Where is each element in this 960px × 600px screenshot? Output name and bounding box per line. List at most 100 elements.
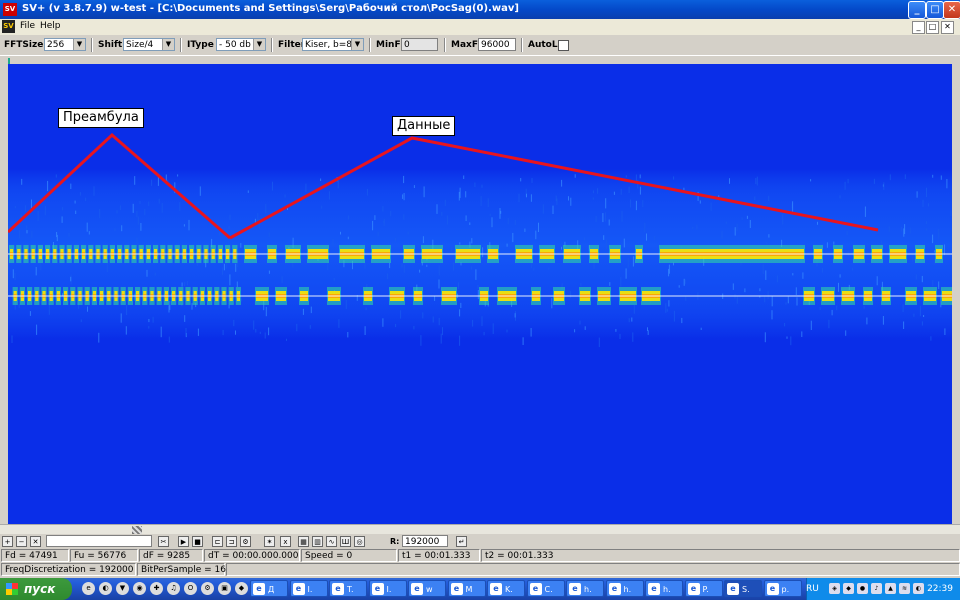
noise-speckle (483, 331, 485, 336)
quicklaunch-icon[interactable]: O (184, 582, 197, 595)
maxf-field[interactable]: 96000 (478, 38, 516, 51)
maximize-button[interactable]: □ (926, 1, 944, 19)
quicklaunch-icon[interactable]: ⚙ (201, 582, 214, 595)
noise-speckle (817, 221, 818, 225)
spectrogram-canvas[interactable] (8, 64, 952, 524)
taskbar-task-button[interactable]: e S. (724, 580, 762, 597)
bars-icon[interactable]: ▥ (312, 536, 323, 547)
title-bar[interactable]: SV SV+ (v 3.8.7.9) w-test - [C:\Document… (0, 0, 960, 19)
noise-speckle (26, 230, 28, 234)
chevron-down-icon[interactable]: ▼ (253, 39, 265, 50)
zoom-reset-icon[interactable]: ✕ (30, 536, 41, 547)
taskbar-task-button[interactable]: eM (447, 580, 486, 597)
noise-speckle (281, 276, 283, 284)
quicklaunch-icon[interactable]: e (82, 582, 95, 595)
apply-icon[interactable]: ↵ (456, 536, 467, 547)
taskbar-task-button[interactable]: e p. (763, 580, 802, 597)
noise-speckle (407, 231, 409, 235)
mark-end-icon[interactable]: ⊐ (226, 536, 237, 547)
itype-select[interactable]: - 50 db ▼ (216, 38, 266, 51)
network-icon[interactable]: ≋ (899, 583, 910, 594)
zoom-in-icon[interactable]: + (2, 536, 13, 547)
tray-icon[interactable]: ◆ (843, 583, 854, 594)
zoom-out-icon[interactable]: − (16, 536, 27, 547)
noise-speckle (460, 302, 462, 308)
quicklaunch-icon[interactable]: ♫ (167, 582, 180, 595)
play-icon[interactable]: ▶ (178, 536, 189, 547)
menu-help[interactable]: Help (40, 21, 61, 31)
quicklaunch-icon[interactable]: ◐ (99, 582, 112, 595)
noise-speckle (80, 319, 82, 323)
mdi-minimize-button[interactable]: _ (912, 21, 925, 34)
scrollbar-thumb[interactable] (132, 526, 142, 534)
taskbar-task-button[interactable]: e h. (566, 580, 604, 597)
quicklaunch-icon[interactable]: ◉ (133, 582, 146, 595)
app-icon[interactable]: SV (3, 3, 17, 16)
settings-icon[interactable]: ⚙ (240, 536, 251, 547)
filter-select[interactable]: Kiser, b=8 ▼ (302, 38, 364, 51)
quicklaunch-icon[interactable]: ▼ (116, 582, 129, 595)
shift-label: Shift (98, 40, 123, 50)
position-field[interactable] (46, 535, 152, 547)
quicklaunch-icon[interactable]: ✚ (150, 582, 163, 595)
tray-icon[interactable]: ◈ (829, 583, 840, 594)
taskbar-task-button[interactable]: e C. (526, 580, 565, 597)
power-icon[interactable]: x (280, 536, 291, 547)
noise-speckle (579, 320, 581, 325)
volume-icon[interactable]: ◐ (913, 583, 924, 594)
mdi-close-button[interactable]: ✕ (941, 21, 954, 34)
task-app-icon: e (253, 583, 265, 595)
wave-icon[interactable]: ∿ (326, 536, 337, 547)
mdi-restore-button[interactable]: □ (926, 21, 939, 34)
noise-speckle (627, 257, 629, 268)
chevron-down-icon[interactable]: ▼ (351, 39, 363, 50)
autol-checkbox[interactable] (558, 40, 569, 51)
noise-speckle (904, 174, 906, 180)
quicklaunch-icon[interactable]: ◆ (235, 582, 248, 595)
close-button[interactable]: ✕ (943, 1, 960, 19)
noise-speckle (442, 327, 443, 336)
noise-speckle (530, 194, 532, 202)
noise-speckle (754, 196, 756, 200)
cut-icon[interactable]: ✂ (158, 536, 169, 547)
noise-speckle (921, 275, 923, 283)
mark-start-icon[interactable]: ⊏ (212, 536, 223, 547)
language-indicator[interactable]: RU (806, 584, 819, 594)
noise-speckle (768, 195, 770, 201)
noise-speckle (592, 197, 594, 200)
shift-select[interactable]: Size/4 ▼ (123, 38, 175, 51)
minimize-button[interactable]: _ (908, 1, 926, 19)
tray-icon[interactable]: ● (857, 583, 868, 594)
spectrogram-view[interactable] (8, 64, 952, 524)
fftsize-select[interactable]: 256 ▼ (44, 38, 86, 51)
taskbar-task-button[interactable]: e I. (368, 580, 407, 597)
grid-icon[interactable]: ▦ (298, 536, 309, 547)
chevron-down-icon[interactable]: ▼ (162, 39, 174, 50)
noise-speckle (810, 320, 812, 330)
cursor-icon[interactable]: ✶ (264, 536, 275, 547)
columns-icon[interactable]: Ш (340, 536, 351, 547)
r-field[interactable]: 192000 (402, 535, 448, 547)
taskbar-task-button[interactable]: e h. (645, 580, 683, 597)
minf-field[interactable]: 0 (401, 38, 438, 51)
taskbar-task-button[interactable]: e I. (289, 580, 328, 597)
taskbar-task-button[interactable]: eД (250, 580, 288, 597)
taskbar-task-button[interactable]: e K. (487, 580, 525, 597)
taskbar-task-button[interactable]: e h. (605, 580, 644, 597)
chevron-down-icon[interactable]: ▼ (73, 39, 85, 50)
tray-icon[interactable]: ▲ (885, 583, 896, 594)
taskbar-task-button[interactable]: e T. (329, 580, 367, 597)
document-icon[interactable]: SV (2, 20, 15, 33)
noise-speckle (240, 243, 242, 248)
quicklaunch-icon[interactable]: ▣ (218, 582, 231, 595)
stop-icon[interactable]: ■ (192, 536, 203, 547)
taskbar-task-button[interactable]: ew (408, 580, 446, 597)
noise-speckle (932, 280, 934, 287)
target-icon[interactable]: ◎ (354, 536, 365, 547)
taskbar-task-button[interactable]: e P. (684, 580, 723, 597)
menu-file[interactable]: File (20, 21, 35, 31)
tray-icon[interactable]: ♪ (871, 583, 882, 594)
noise-speckle (440, 333, 442, 344)
start-button[interactable]: пуск (0, 578, 72, 600)
noise-speckle (422, 312, 424, 319)
